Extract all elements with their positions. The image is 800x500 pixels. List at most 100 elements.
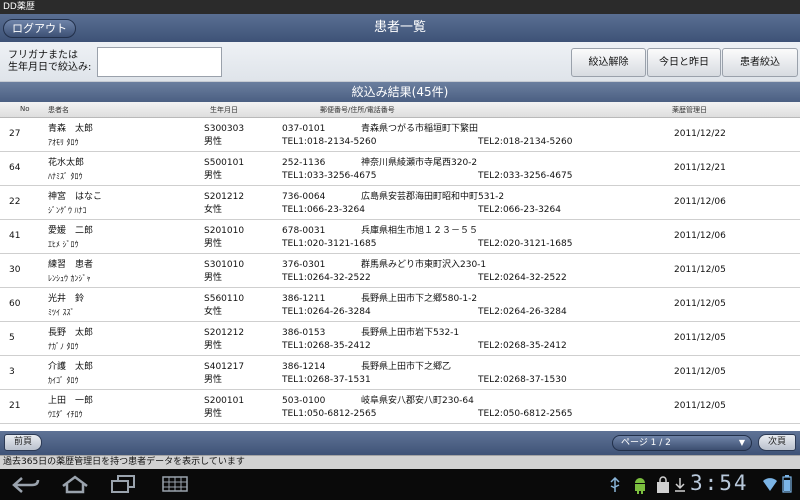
row-tel2: TEL2:018-2134-5260 (478, 137, 573, 147)
row-sex: 男性 (204, 137, 223, 147)
row-kana: ﾐﾂｲ ｽｽﾞ (48, 308, 75, 317)
row-tel1: TEL1:066-23-3264 (282, 205, 365, 215)
table-row[interactable]: 27 青森 太郎 ｱｵﾓﾘ ﾀﾛｳ S300303 男性 037-0101 青森… (0, 118, 800, 152)
filter-label-line2: 生年月日で絞込み: (8, 62, 92, 73)
row-no: 5 (9, 333, 15, 343)
pager-bar: 前頁 ページ 1 / 2 ▼ 次頁 (0, 431, 800, 455)
result-title: 絞込み結果(45件) (0, 82, 800, 102)
row-zip: 386-1211 (282, 294, 326, 304)
row-birth: S300303 (204, 124, 245, 134)
today-yesterday-button[interactable]: 今日と昨日 (647, 48, 721, 77)
next-page-button[interactable]: 次頁 (758, 434, 796, 451)
row-no: 22 (9, 197, 21, 207)
row-name: 光井 鈴 (48, 294, 85, 304)
row-sex: 男性 (204, 375, 223, 385)
header-bar: ログアウト 患者一覧 (0, 14, 800, 42)
row-birth: S560110 (204, 294, 245, 304)
bag-icon (655, 476, 671, 498)
row-zip: 736-0064 (282, 192, 326, 202)
app-title-bar: DD薬歴 (0, 0, 800, 14)
row-no: 41 (9, 231, 21, 241)
row-zip: 386-1214 (282, 362, 326, 372)
row-name: 介護 太郎 (48, 362, 94, 372)
row-kana: ﾊﾅﾐｽﾞ ﾀﾛｳ (48, 172, 83, 181)
chevron-down-icon: ▼ (738, 438, 745, 447)
row-no: 27 (9, 129, 21, 139)
row-address: 広島県安芸郡海田町昭和中町531-2 (361, 192, 505, 202)
row-name: 長野 太郎 (48, 328, 94, 338)
row-date: 2011/12/05 (674, 333, 726, 343)
table-row[interactable]: 3 介護 太郎 ｶｲｺﾞ ﾀﾛｳ S401217 男性 386-1214 長野県… (0, 356, 800, 390)
row-zip: 037-0101 (282, 124, 326, 134)
back-icon[interactable] (12, 476, 40, 498)
row-no: 21 (9, 401, 21, 411)
table-row[interactable]: 21 上田 一郎 ｳｴﾀﾞ ｲﾁﾛｳ S200101 男性 503-0100 岐… (0, 390, 800, 424)
row-address: 群馬県みどり市東町沢入230-1 (361, 260, 487, 270)
row-tel2: TEL2:020-3121-1685 (478, 239, 573, 249)
row-birth: S500101 (204, 158, 245, 168)
row-tel1: TEL1:0264-26-3284 (282, 307, 371, 317)
row-sex: 男性 (204, 409, 223, 419)
row-address: 長野県上田市下之郷580-1-2 (361, 294, 478, 304)
battery-icon (782, 475, 792, 497)
row-no: 60 (9, 299, 21, 309)
row-no: 30 (9, 265, 21, 275)
row-birth: S301010 (204, 260, 245, 270)
row-date: 2011/12/06 (674, 197, 726, 207)
row-tel2: TEL2:0268-37-1530 (478, 375, 567, 385)
android-debug-icon (632, 476, 648, 498)
home-icon[interactable] (60, 474, 90, 498)
row-birth: S201212 (204, 192, 245, 202)
page-title: 患者一覧 (373, 20, 426, 35)
prev-page-button[interactable]: 前頁 (4, 434, 42, 451)
row-tel1: TEL1:033-3256-4675 (282, 171, 377, 181)
row-birth: S200101 (204, 396, 245, 406)
row-address: 神奈川県綾瀬市寺尾西320-2 (361, 158, 478, 168)
row-tel1: TEL1:018-2134-5260 (282, 137, 377, 147)
row-date: 2011/12/06 (674, 231, 726, 241)
table-row[interactable]: 60 光井 鈴 ﾐﾂｲ ｽｽﾞ S560110 女性 386-1211 長野県上… (0, 288, 800, 322)
row-date: 2011/12/22 (674, 129, 726, 139)
col-address: 郵便番号/住所/電話番号 (320, 106, 395, 114)
filter-label-line1: フリガナまたは (8, 50, 78, 61)
row-birth: S201010 (204, 226, 245, 236)
row-sex: 男性 (204, 171, 223, 181)
wifi-icon (762, 476, 778, 496)
menu-grid-icon[interactable] (162, 476, 188, 496)
column-header: No 患者名 生年月日 郵便番号/住所/電話番号 薬歴管理日 (0, 102, 800, 118)
system-bar: 3:54 (0, 469, 800, 500)
row-tel2: TEL2:050-6812-2565 (478, 409, 573, 419)
row-kana: ｱｵﾓﾘ ﾀﾛｳ (48, 138, 79, 147)
col-birth: 生年月日 (210, 106, 238, 114)
row-name: 神宮 はなこ (48, 192, 103, 202)
clear-filter-button[interactable]: 絞込解除 (571, 48, 646, 77)
row-sex: 女性 (204, 205, 223, 215)
filter-input[interactable] (97, 47, 222, 77)
row-name: 愛媛 二郎 (48, 226, 94, 236)
patient-list: 27 青森 太郎 ｱｵﾓﾘ ﾀﾛｳ S300303 男性 037-0101 青森… (0, 118, 800, 424)
row-zip: 678-0031 (282, 226, 326, 236)
download-icon (674, 477, 686, 497)
row-tel2: TEL2:0268-35-2412 (478, 341, 567, 351)
row-birth: S201212 (204, 328, 245, 338)
status-text: 過去365日の薬歴管理日を持つ患者データを表示しています (3, 457, 245, 467)
row-zip: 386-0153 (282, 328, 326, 338)
table-row[interactable]: 30 練習 患者 ﾚﾝｼｭｳ ｶﾝｼﾞｬ S301010 男性 376-0301… (0, 254, 800, 288)
row-tel1: TEL1:050-6812-2565 (282, 409, 377, 419)
row-sex: 男性 (204, 341, 223, 351)
row-no: 3 (9, 367, 15, 377)
row-address: 岐阜県安八郡安八町230-64 (361, 396, 474, 406)
recent-apps-icon[interactable] (110, 475, 136, 497)
row-tel2: TEL2:0264-26-3284 (478, 307, 567, 317)
table-row[interactable]: 22 神宮 はなこ ｼﾞﾝｸﾞｳ ﾊﾅｺ S201212 女性 736-0064… (0, 186, 800, 220)
row-sex: 男性 (204, 239, 223, 249)
filter-patients-button[interactable]: 患者絞込 (722, 48, 798, 77)
row-tel2: TEL2:0264-32-2522 (478, 273, 567, 283)
row-tel1: TEL1:0268-35-2412 (282, 341, 371, 351)
page-select[interactable]: ページ 1 / 2 ▼ (612, 435, 752, 451)
table-row[interactable]: 64 花水太郎 ﾊﾅﾐｽﾞ ﾀﾛｳ S500101 男性 252-1136 神奈… (0, 152, 800, 186)
row-sex: 男性 (204, 273, 223, 283)
logout-button[interactable]: ログアウト (3, 19, 76, 38)
table-row[interactable]: 5 長野 太郎 ﾅｶﾞﾉ ﾀﾛｳ S201212 男性 386-0153 長野県… (0, 322, 800, 356)
table-row[interactable]: 41 愛媛 二郎 ｴﾋﾒ ｼﾞﾛｳ S201010 男性 678-0031 兵庫… (0, 220, 800, 254)
